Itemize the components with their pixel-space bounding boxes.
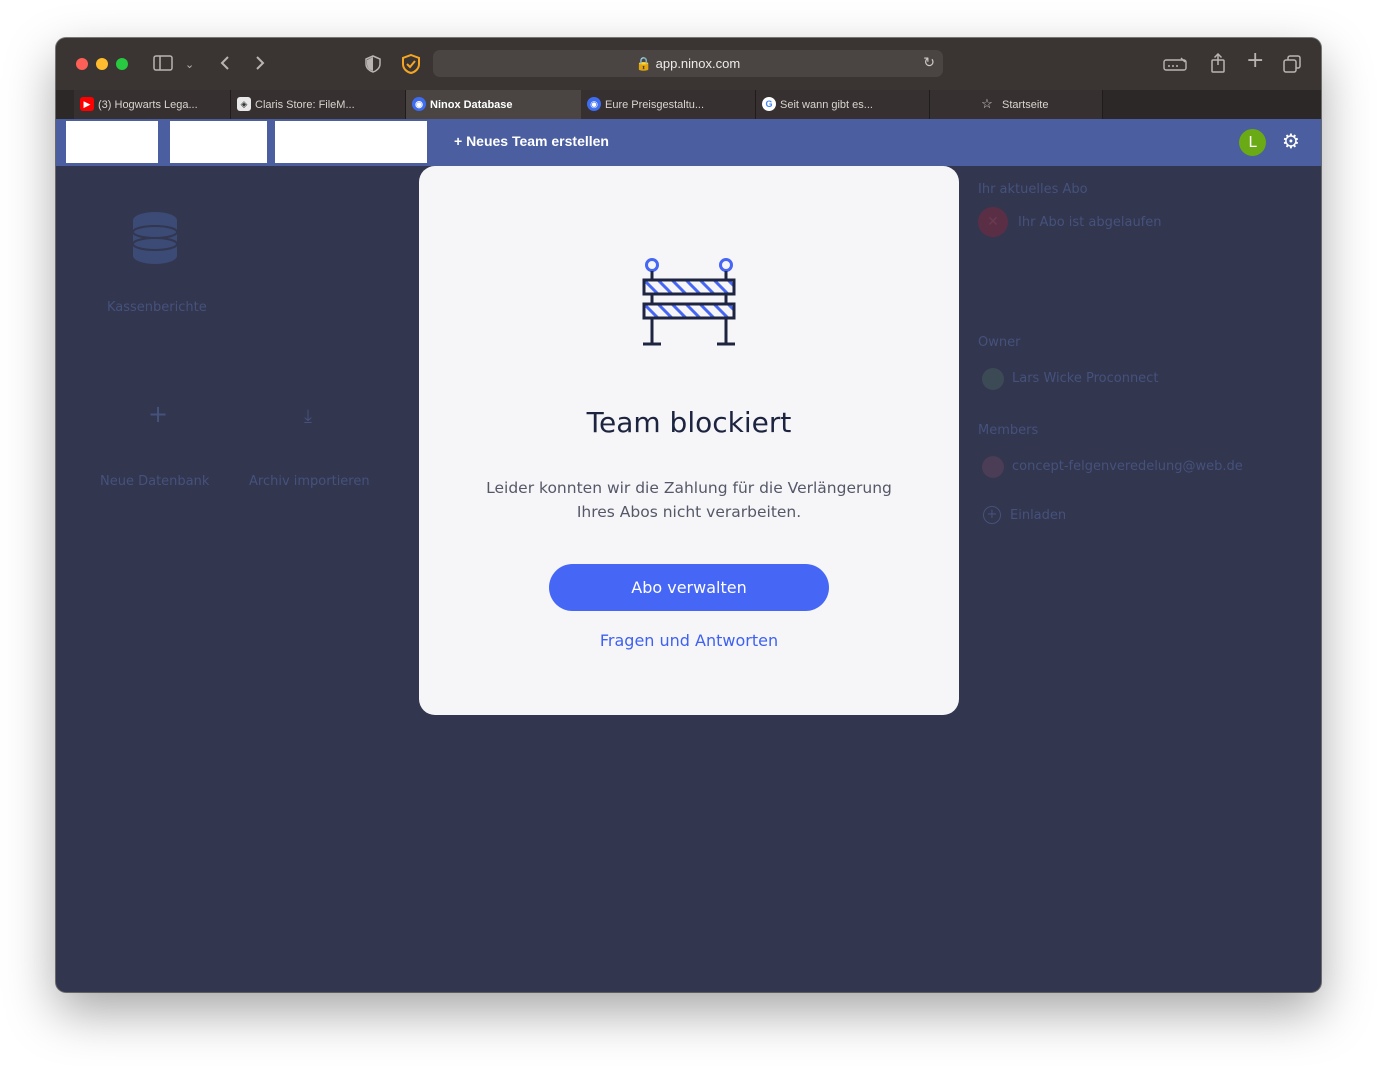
- import-archive-button[interactable]: Archiv importieren: [249, 474, 370, 489]
- team-tile[interactable]: [66, 121, 158, 163]
- close-window-button[interactable]: [76, 58, 88, 70]
- tab-claris[interactable]: ◈ Claris Store: FileM...: [231, 90, 406, 119]
- database-name[interactable]: Kassenberichte: [107, 300, 207, 315]
- browser-toolbar: ⌄ 🔒 app.ninox.com ↻ +: [56, 38, 1321, 90]
- app-header: + Neues Team erstellen L ⚙: [56, 119, 1321, 166]
- tab-label: (3) Hogwarts Lega...: [98, 98, 198, 111]
- member-email: concept-felgenveredelung@web.de: [1012, 459, 1243, 474]
- member-avatar: [982, 456, 1004, 478]
- zoom-window-button[interactable]: [116, 58, 128, 70]
- dialog-title: Team blockiert: [586, 406, 792, 439]
- url-label: app.ninox.com: [655, 56, 741, 71]
- forward-icon[interactable]: [254, 55, 266, 74]
- add-circle-icon[interactable]: +: [983, 506, 1001, 524]
- faq-link[interactable]: Fragen und Antworten: [419, 631, 959, 650]
- tab-overview-icon[interactable]: [1283, 55, 1301, 76]
- reload-icon[interactable]: ↻: [923, 55, 935, 71]
- tab-label: Ninox Database: [430, 98, 513, 111]
- privacy-shield-icon[interactable]: [365, 55, 381, 76]
- url-text: 🔒 app.ninox.com: [635, 56, 741, 71]
- tab-ninox-database[interactable]: ◉ Ninox Database: [406, 90, 581, 119]
- members-heading: Members: [978, 423, 1039, 438]
- sidebar-toggle-icon[interactable]: [153, 55, 173, 74]
- minimize-window-button[interactable]: [96, 58, 108, 70]
- owner-name: Lars Wicke Proconnect: [1012, 371, 1159, 386]
- avatar[interactable]: L: [1239, 129, 1266, 156]
- gear-icon[interactable]: ⚙: [1282, 131, 1300, 151]
- download-icon[interactable]: ⤓: [304, 406, 312, 427]
- chevron-down-icon[interactable]: ⌄: [185, 57, 194, 73]
- team-tile[interactable]: [170, 121, 267, 163]
- subscription-status: Ihr Abo ist abgelaufen: [1018, 215, 1162, 230]
- tab-preisgestaltung[interactable]: ◉ Eure Preisgestaltu...: [581, 90, 756, 119]
- owner-avatar: [982, 368, 1004, 390]
- tab-label: Claris Store: FileM...: [255, 98, 355, 111]
- dialog-message: Leider konnten wir die Zahlung für die V…: [486, 479, 892, 521]
- share-icon[interactable]: [1210, 52, 1226, 76]
- database-icon: [131, 210, 179, 270]
- browser-window: ⌄ 🔒 app.ninox.com ↻ + ▶ (3) Hogwarts Leg…: [56, 38, 1321, 992]
- blocked-team-dialog: Team blockiert Leider konnten wir die Za…: [419, 166, 959, 715]
- error-icon: ✕: [978, 207, 1008, 237]
- tab-label: Eure Preisgestaltu...: [605, 98, 705, 111]
- new-tab-icon[interactable]: +: [1246, 50, 1264, 72]
- new-team-button[interactable]: + Neues Team erstellen: [454, 133, 609, 149]
- manage-subscription-button[interactable]: Abo verwalten: [549, 564, 829, 611]
- plus-icon[interactable]: +: [148, 400, 168, 428]
- back-icon[interactable]: [219, 55, 231, 74]
- youtube-icon: ▶: [80, 97, 94, 111]
- owner-heading: Owner: [978, 335, 1021, 350]
- reading-list-icon[interactable]: [1163, 56, 1187, 75]
- tab-google-search[interactable]: G Seit wann gibt es...: [756, 90, 930, 119]
- tab-hogwarts[interactable]: ▶ (3) Hogwarts Lega...: [74, 90, 231, 119]
- ninox-icon: ◉: [587, 97, 601, 111]
- extension-shield-icon[interactable]: [401, 53, 421, 77]
- address-bar[interactable]: 🔒 app.ninox.com ↻: [433, 50, 943, 77]
- tab-label: Startseite: [1002, 98, 1049, 111]
- tab-bar: ▶ (3) Hogwarts Lega... ◈ Claris Store: F…: [56, 90, 1321, 119]
- subscription-heading: Ihr aktuelles Abo: [978, 182, 1088, 197]
- ninox-icon: ◉: [412, 97, 426, 111]
- barrier-icon: [639, 256, 739, 355]
- invite-button[interactable]: Einladen: [1010, 508, 1066, 523]
- tab-startseite[interactable]: ☆ Startseite: [930, 90, 1103, 119]
- new-database-button[interactable]: Neue Datenbank: [100, 474, 209, 489]
- tab-label: Seit wann gibt es...: [780, 98, 873, 111]
- team-tile[interactable]: [275, 121, 427, 163]
- google-icon: G: [762, 97, 776, 111]
- star-icon: ☆: [981, 96, 993, 111]
- claris-icon: ◈: [237, 97, 251, 111]
